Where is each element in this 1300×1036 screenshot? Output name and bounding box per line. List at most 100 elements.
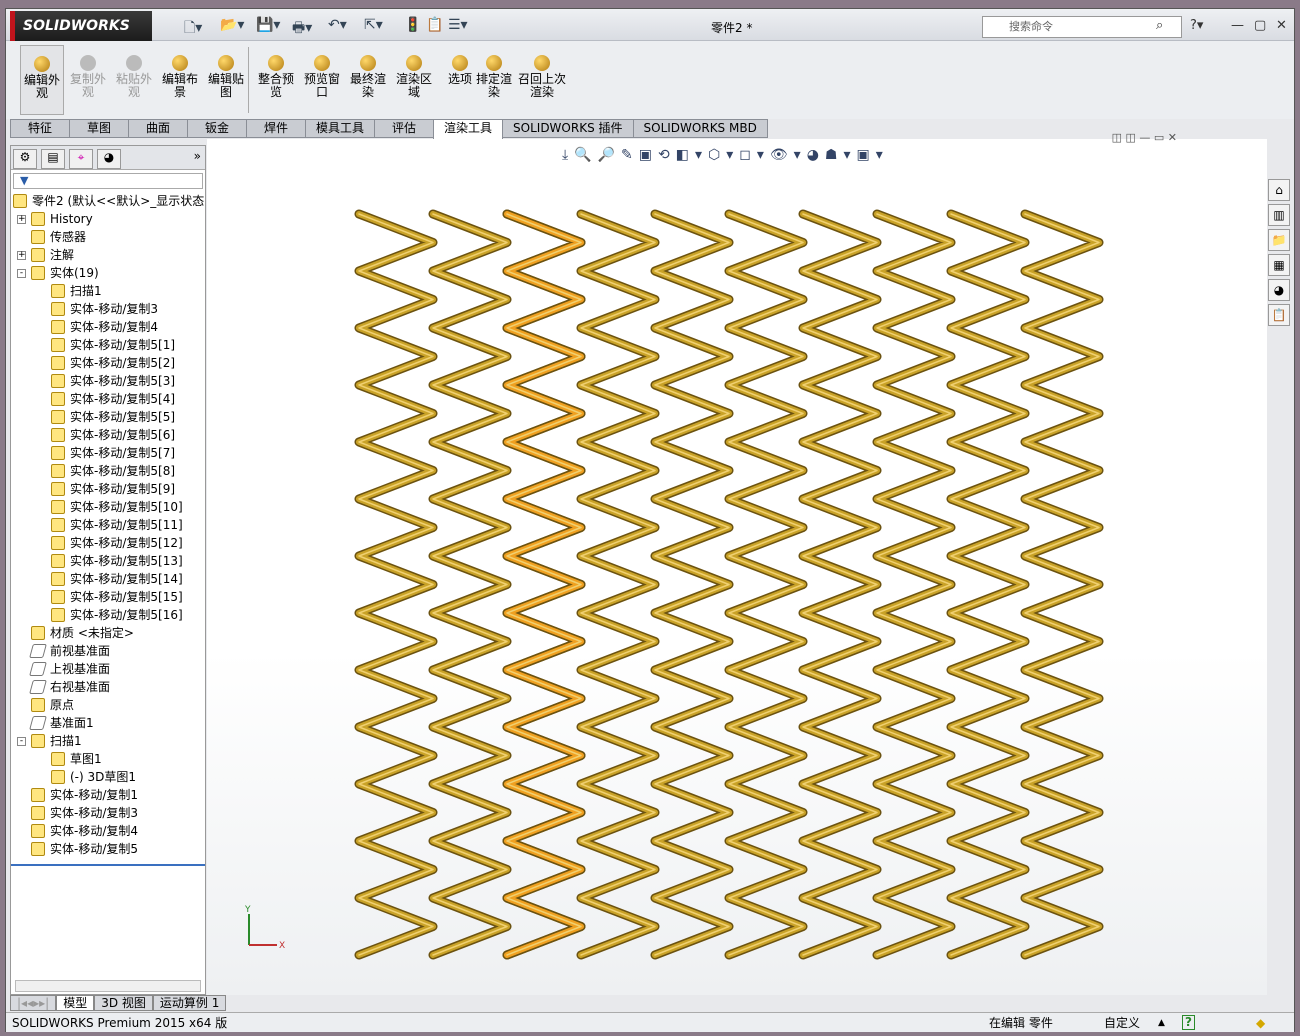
units-arrow-icon[interactable]: ▲ [1158,1013,1165,1033]
configuration-tab-icon[interactable]: ⌖ [69,149,93,169]
bottom-tab[interactable]: 3D 视图 [94,995,153,1011]
property-manager-tab-icon[interactable]: ▤ [41,149,65,169]
help-icon[interactable]: ?▾ [1190,18,1203,33]
close-icon[interactable]: ✕ [1276,18,1287,33]
tab[interactable]: 特征 [10,119,70,138]
tab[interactable]: 模具工具 [305,119,376,138]
tab[interactable]: 钣金 [187,119,247,138]
tree-item[interactable]: 实体-移动/复制5 [31,840,138,858]
ribbon-button[interactable]: 复制外观 [66,45,110,99]
tree-item[interactable]: 材质 <未指定> [31,624,134,642]
expand-toggle[interactable]: + [17,214,26,224]
tree-item[interactable]: 实体-移动/复制5[16] [51,606,183,624]
graphics-area[interactable]: ⤓🔍🔎✎▣⟲◧▾⬡▾◻▾👁▾◕☗▾▣▾ YX ◫ ◫ — ▭ ✕ [207,131,1267,995]
view-palette-icon[interactable]: ▦ [1268,254,1290,276]
tree-item[interactable]: 实体-移动/复制5[5] [51,408,175,426]
tree-item[interactable]: 前视基准面 [29,642,110,660]
tab[interactable]: 评估 [374,119,435,138]
tree-item[interactable]: 实体-移动/复制4 [31,822,138,840]
tab[interactable]: 渲染工具 [433,119,504,141]
tree-item[interactable]: 实体-移动/复制1 [31,786,138,804]
rollback-bar[interactable] [11,864,205,866]
tree-item[interactable]: 实体-移动/复制3 [51,300,158,318]
search-icon[interactable]: ⌕ [1156,18,1163,33]
ribbon-button[interactable]: 渲染区域 [392,45,436,99]
tree-item[interactable]: + History [17,210,93,228]
solidworks-logo[interactable]: SOLIDWORKS [10,11,152,41]
ribbon-button[interactable]: 预览窗口 [300,45,344,99]
tree-item[interactable]: 基准面1 [29,714,94,732]
tree-item[interactable]: 传感器 [31,228,86,246]
tree-item[interactable]: 实体-移动/复制5[3] [51,372,175,390]
ribbon-button[interactable]: 编辑布景 [158,45,202,99]
help-icon[interactable]: ? [1182,1015,1195,1030]
expand-toggle[interactable]: - [17,268,26,278]
tree-item[interactable]: 实体-移动/复制5[13] [51,552,183,570]
ribbon-button[interactable]: 整合预览 [254,45,298,99]
tab[interactable]: SOLIDWORKS 插件 [502,119,634,138]
tree-item[interactable]: 实体-移动/复制5[10] [51,498,183,516]
filter-icon[interactable]: ▼ [13,173,203,189]
tag-icon[interactable]: ◆ [1256,1013,1265,1033]
print-icon[interactable]: 🖶▾ [292,17,312,41]
tree-item[interactable]: 原点 [31,696,74,714]
tree-item[interactable]: 实体-移动/复制3 [31,804,138,822]
tree-item[interactable]: 实体-移动/复制5[14] [51,570,183,588]
tree-item[interactable]: 实体-移动/复制5[15] [51,588,183,606]
tab[interactable]: 曲面 [128,119,188,138]
tree-item[interactable]: 上视基准面 [29,660,110,678]
file-properties-icon[interactable]: 📋 [426,17,443,33]
feature-tree-tab-icon[interactable]: ⚙ [13,149,37,169]
appearance-tab-icon[interactable]: ◕ [97,149,121,169]
tree-item[interactable]: 实体-移动/复制5[11] [51,516,183,534]
new-file-icon[interactable]: 🗋▾ [184,17,202,41]
tree-item[interactable]: + 注解 [17,246,74,264]
tab[interactable]: 草图 [69,119,129,138]
tree-item[interactable]: 实体-移动/复制4 [51,318,158,336]
ribbon-button[interactable]: 排定渲染 [472,45,516,99]
file-explorer-icon[interactable]: 📁 [1268,229,1290,251]
custom-properties-icon[interactable]: 📋 [1268,304,1290,326]
tree-item[interactable]: 实体-移动/复制5[12] [51,534,183,552]
ribbon-button[interactable]: 编辑贴图 [204,45,248,99]
tree-item[interactable]: 实体-移动/复制5[6] [51,426,175,444]
tab[interactable]: SOLIDWORKS MBD [632,119,768,138]
tree-item[interactable]: 实体-移动/复制5[8] [51,462,175,480]
tree-item[interactable]: - 实体(19) [17,264,99,282]
tab-scroll-arrows[interactable]: |◂◂▸▸| [10,995,57,1011]
tree-item[interactable]: 草图1 [51,750,102,768]
tree-item[interactable]: 实体-移动/复制5[9] [51,480,175,498]
tree-item[interactable]: - 扫描1 [17,732,82,750]
tree-item[interactable]: 扫描1 [51,282,102,300]
ribbon-button[interactable]: 粘贴外观 [112,45,156,99]
expand-toggle[interactable]: + [17,250,26,260]
viewport-window-controls[interactable]: ◫ ◫ — ▭ ✕ [1112,131,1177,144]
tab[interactable]: 焊件 [246,119,306,138]
bottom-tab[interactable]: 运动算例 1 [152,995,227,1011]
home-icon[interactable]: ⌂ [1268,179,1290,201]
units-selector[interactable]: 自定义 [1104,1013,1140,1033]
expand-toggle[interactable]: - [17,736,26,746]
maximize-icon[interactable]: ▢ [1254,18,1266,33]
undo-icon[interactable]: ↶▾ [328,17,347,33]
tree-root[interactable]: 零件2 (默认<<默认>_显示状态 [13,192,204,210]
bottom-tab[interactable]: 模型 [56,995,95,1011]
tree-item[interactable]: 右视基准面 [29,678,110,696]
search-commands-input[interactable]: 搜索命令 [982,16,1182,38]
options-icon[interactable]: ☰▾ [448,17,468,33]
open-file-icon[interactable]: 📂▾ [220,17,244,33]
design-library-icon[interactable]: ▥ [1268,204,1290,226]
tree-item[interactable]: 实体-移动/复制5[1] [51,336,175,354]
expand-panel-icon[interactable]: » [194,149,201,163]
ribbon-button[interactable]: 召回上次渲染 [518,45,566,99]
minimize-icon[interactable]: — [1231,18,1244,33]
rebuild-icon[interactable]: 🚦 [404,17,421,33]
ribbon-button[interactable]: 编辑外观 [20,45,64,115]
chain-link-mesh-model[interactable]: YX [207,139,1267,995]
select-icon[interactable]: ⇱▾ [364,17,383,33]
appearances-icon[interactable]: ◕ [1268,279,1290,301]
tree-item[interactable]: 实体-移动/复制5[4] [51,390,175,408]
save-icon[interactable]: 💾▾ [256,17,280,33]
ribbon-button[interactable]: 最终渲染 [346,45,390,99]
tree-item[interactable]: 实体-移动/复制5[7] [51,444,175,462]
